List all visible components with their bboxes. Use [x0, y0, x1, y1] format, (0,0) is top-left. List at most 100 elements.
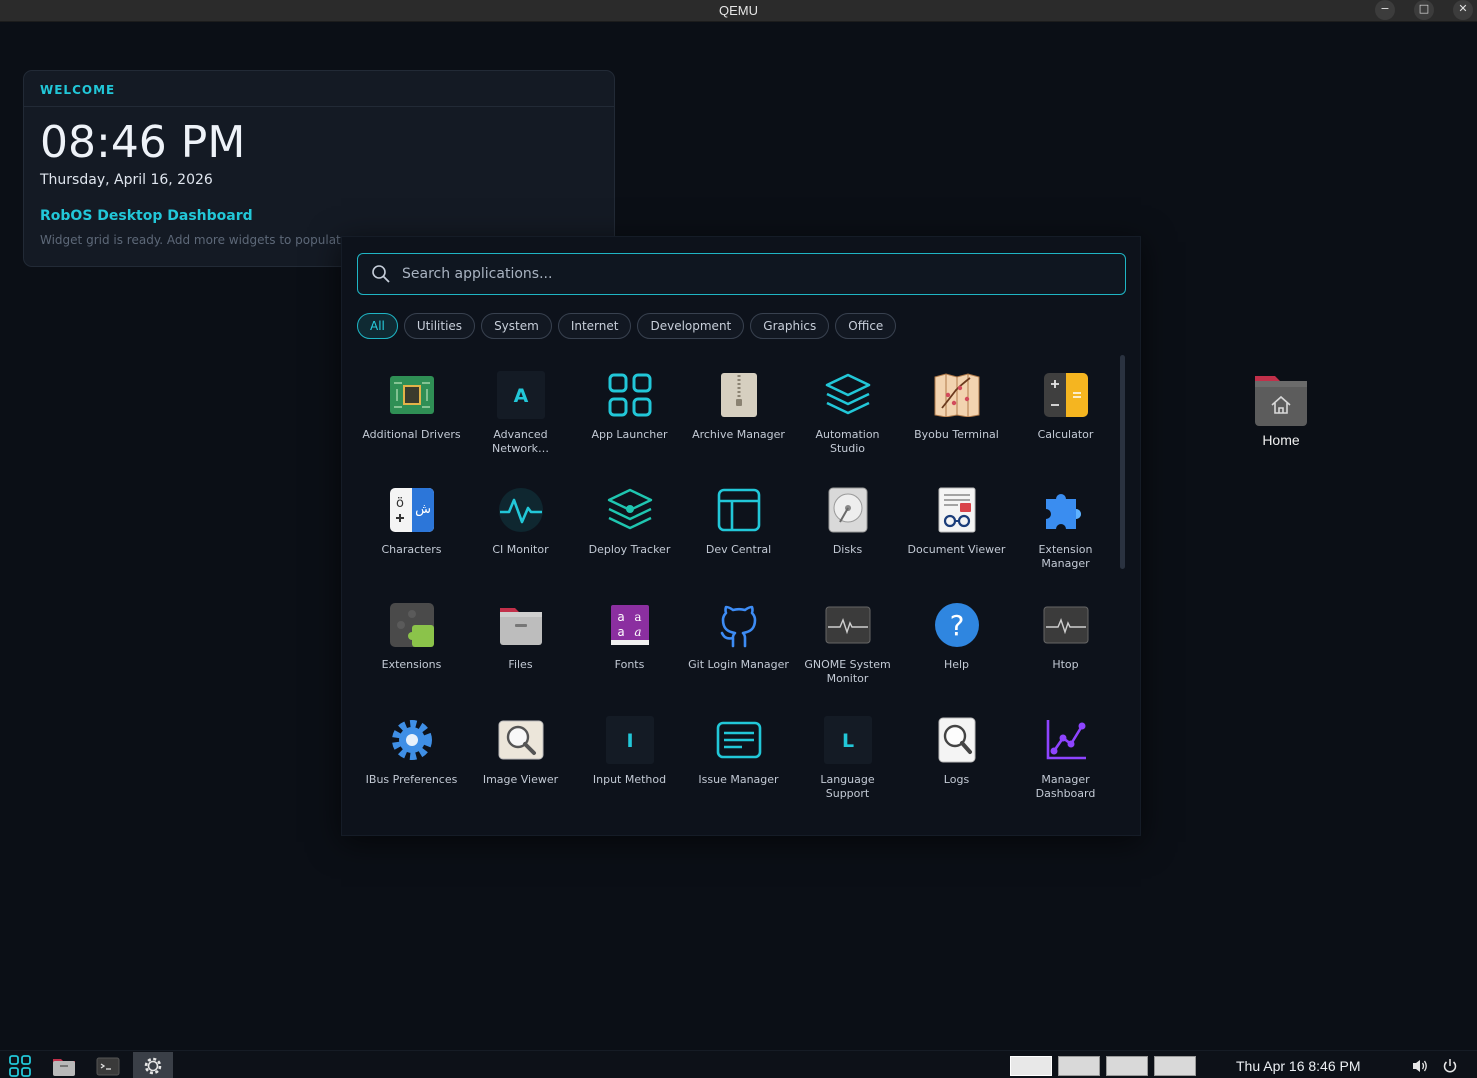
letter-l-icon: L	[823, 716, 872, 764]
svg-text:?: ?	[949, 609, 964, 642]
app-tile[interactable]: Byobu Terminal	[902, 361, 1011, 476]
app-tile[interactable]: Deploy Tracker	[575, 476, 684, 591]
fonts-icon: aaaa	[606, 601, 654, 649]
workspace-4[interactable]	[1154, 1056, 1196, 1076]
app-name: Archive Manager	[692, 428, 785, 441]
gear-icon	[144, 1057, 162, 1074]
app-tile[interactable]: I Input Method	[575, 706, 684, 821]
letter-a-icon: A	[496, 371, 545, 419]
dashboard-subtitle: Widget grid is ready. Add more widgets t…	[40, 233, 341, 247]
app-name: Htop	[1052, 658, 1079, 671]
widget-clock: 08:46 PM	[40, 117, 246, 168]
github-icon	[715, 601, 763, 649]
desktop-home-icon[interactable]: Home	[1243, 370, 1319, 448]
app-tile[interactable]: Git Login Manager	[684, 591, 793, 706]
category-all[interactable]: All	[357, 313, 398, 339]
image-viewer-icon	[497, 716, 545, 764]
app-name: Characters	[381, 543, 442, 556]
app-name: Additional Drivers	[362, 428, 461, 441]
app-name: Calculator	[1037, 428, 1094, 441]
htop-icon	[1042, 601, 1090, 649]
app-tile[interactable]: Manager Dashboard	[1011, 706, 1120, 821]
files-taskbar-button[interactable]	[44, 1052, 84, 1078]
workspace-1[interactable]	[1010, 1056, 1052, 1076]
window-title: QEMU	[719, 3, 758, 18]
search-input[interactable]	[402, 254, 1102, 293]
terminal-taskbar-button[interactable]	[88, 1052, 128, 1078]
category-utilities[interactable]: Utilities	[403, 313, 476, 339]
category-internet[interactable]: Internet	[557, 313, 632, 339]
folder-icon	[53, 1058, 75, 1076]
category-development[interactable]: Development	[637, 313, 745, 339]
app-tile[interactable]: Htop	[1011, 591, 1120, 706]
home-folder-icon	[1255, 376, 1307, 426]
layers-icon	[824, 371, 872, 419]
help-icon: ?	[933, 601, 981, 649]
svg-text:a: a	[617, 625, 624, 639]
app-name: Help	[943, 658, 970, 671]
app-name: Fonts	[614, 658, 645, 671]
app-tile[interactable]: App Launcher	[575, 361, 684, 476]
taskbar-clock[interactable]: Thu Apr 16 8:46 PM	[1236, 1058, 1361, 1074]
deploy-icon	[606, 486, 654, 534]
category-office[interactable]: Office	[835, 313, 897, 339]
app-tile[interactable]: ö ش Characters	[357, 476, 466, 591]
category-system[interactable]: System	[481, 313, 552, 339]
volume-icon	[1413, 1059, 1427, 1072]
app-tile[interactable]: Issue Manager	[684, 706, 793, 821]
logs-icon	[933, 716, 981, 764]
app-tile[interactable]: L Language Support	[793, 706, 902, 821]
puzzle-icon	[1042, 486, 1090, 534]
app-tile[interactable]: Document Viewer	[902, 476, 1011, 591]
folder-icon	[497, 601, 545, 649]
category-graphics[interactable]: Graphics	[750, 313, 830, 339]
power-button[interactable]	[1432, 1052, 1468, 1078]
maximize-button[interactable]: □	[1414, 0, 1434, 20]
app-tile[interactable]: Image Viewer	[466, 706, 575, 821]
search-box[interactable]	[357, 253, 1126, 295]
search-icon	[372, 265, 390, 283]
extensions-icon	[388, 601, 436, 649]
app-tile[interactable]: ? Help	[902, 591, 1011, 706]
app-tile[interactable]: IBus Preferences	[357, 706, 466, 821]
app-tile[interactable]: Extensions	[357, 591, 466, 706]
taskbar: Thu Apr 16 8:46 PM	[0, 1050, 1477, 1078]
app-tile[interactable]: Archive Manager	[684, 361, 793, 476]
app-tile[interactable]: Automation Studio	[793, 361, 902, 476]
app-grid: Additional Drivers A Advanced Network… App …	[357, 361, 1121, 821]
app-name: Issue Manager	[698, 773, 779, 786]
app-tile[interactable]: a a a a Fonts	[575, 591, 684, 706]
workspace-2[interactable]	[1058, 1056, 1100, 1076]
launcher-scrollbar[interactable]	[1120, 355, 1125, 569]
app-tile[interactable]: Dev Central	[684, 476, 793, 591]
app-tile[interactable]: Extension Manager	[1011, 476, 1120, 591]
app-name: Extensions	[381, 658, 442, 671]
app-tile[interactable]: Logs	[902, 706, 1011, 821]
chart-icon	[1042, 716, 1090, 764]
dashboard-title: RobOS Desktop Dashboard	[40, 208, 253, 224]
app-tile[interactable]: A Advanced Network…	[466, 361, 575, 476]
app-name: GNOME System Monitor	[804, 658, 891, 685]
app-tile[interactable]: GNOME System Monitor	[793, 591, 902, 706]
qemu-titlebar: QEMU − □ ✕	[0, 0, 1477, 22]
app-name: Image Viewer	[482, 773, 559, 786]
home-label: Home	[1262, 432, 1300, 448]
svg-text:A: A	[513, 385, 528, 407]
window-icon	[715, 486, 763, 534]
app-tile[interactable]: Calculator	[1011, 361, 1120, 476]
close-button[interactable]: ✕	[1453, 0, 1473, 20]
svg-text:I: I	[626, 730, 633, 752]
app-name: CI Monitor	[492, 543, 549, 556]
app-tile[interactable]: Disks	[793, 476, 902, 591]
app-tile[interactable]: CI Monitor	[466, 476, 575, 591]
minimize-button[interactable]: −	[1375, 0, 1395, 20]
app-grid-button[interactable]	[0, 1052, 40, 1078]
app-name: Language Support	[820, 773, 875, 800]
document-icon	[933, 486, 981, 534]
app-tile[interactable]: Files	[466, 591, 575, 706]
settings-taskbar-button[interactable]	[133, 1052, 173, 1078]
letter-i-icon: I	[605, 716, 654, 764]
app-name: Files	[508, 658, 533, 671]
workspace-3[interactable]	[1106, 1056, 1148, 1076]
app-tile[interactable]: Additional Drivers	[357, 361, 466, 476]
